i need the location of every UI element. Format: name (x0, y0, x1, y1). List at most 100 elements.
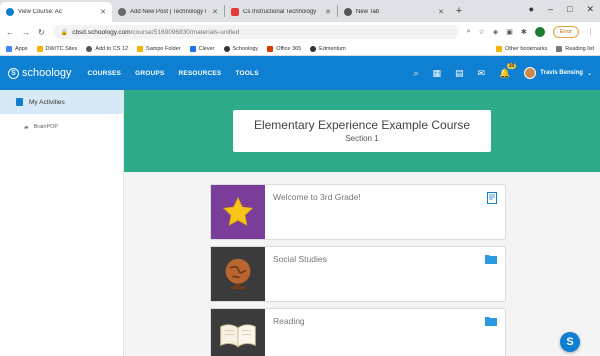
material-reading[interactable]: Reading (210, 308, 506, 356)
apps-grid-icon (6, 45, 12, 52)
nav-courses[interactable]: COURSES (88, 70, 122, 77)
schoology-logo[interactable]: S schoology (8, 67, 72, 79)
close-tab-icon[interactable]: ✕ (325, 8, 331, 16)
calendar-icon[interactable]: ▤ (455, 68, 464, 79)
profile-avatar-icon[interactable] (534, 27, 545, 37)
schoology-header: S schoology COURSES GROUPS RESOURCES TOO… (0, 56, 600, 90)
reading-list[interactable]: Reading list (556, 45, 594, 52)
bookmark-apps[interactable]: Apps (6, 45, 28, 52)
folder-icon (485, 255, 497, 264)
puzzle-icon[interactable]: ✱ (521, 28, 527, 36)
sidebar-item-label: My Activities (29, 98, 65, 106)
star-icon (222, 196, 254, 226)
new-tab-button[interactable]: + (450, 5, 468, 17)
sidebar-item-label: BrainPOP (33, 124, 59, 130)
brainpop-icon: ▰ (24, 124, 29, 131)
browser-tab-new-tab[interactable]: New Tab ✕ (338, 2, 450, 22)
browser-tab-view-course[interactable]: View Course: Ac ✕ (0, 2, 112, 22)
toolbar-icons: ⌕ ☆ ◈ ▣ ✱ Error ⋮ (467, 26, 594, 38)
bookmark-add-to-cs[interactable]: Add to CS 12 (86, 45, 128, 52)
browser-tab-bar: View Course: Ac ✕ Add New Post | Technol… (0, 0, 600, 22)
bookmark-edmentum[interactable]: Edmentum (310, 45, 346, 52)
youtube-favicon-icon (231, 8, 239, 16)
close-tab-icon[interactable]: ✕ (212, 8, 218, 16)
star-bookmark-icon[interactable]: ☆ (479, 28, 485, 36)
material-social-studies[interactable]: Social Studies (210, 246, 506, 302)
page-icon (487, 192, 497, 204)
globe-icon (86, 45, 93, 52)
schoology-icon (223, 45, 230, 52)
nav-tools[interactable]: TOOLS (235, 70, 258, 77)
material-welcome[interactable]: Welcome to 3rd Grade! (210, 184, 506, 240)
bookmarks-bar: Apps DW/TC Sites Add to CS 12 Sampo Fold… (0, 42, 600, 56)
course-sidebar: My Activities ▰ BrainPOP (0, 90, 124, 356)
zoom-icon[interactable]: ⌕ (467, 28, 471, 36)
clever-icon (189, 45, 196, 52)
office-icon (267, 45, 274, 52)
messages-icon[interactable]: ✉ (478, 68, 486, 79)
extension-icon[interactable]: ◈ (493, 28, 498, 36)
error-button[interactable]: Error (552, 26, 579, 38)
sidebar-item-my-activities[interactable]: My Activities (0, 90, 123, 114)
close-tab-icon[interactable]: ✕ (438, 8, 444, 16)
reload-icon[interactable]: ↻ (38, 28, 45, 37)
material-thumbnail (211, 247, 265, 301)
folder-icon (137, 45, 144, 52)
url-host: cbsd.schoology.com (72, 28, 131, 36)
tab-title: Cs Instructional Technology (243, 9, 317, 15)
tab-title: New Tab (356, 9, 380, 15)
url-path: /course/5169096830/materials-unified (130, 28, 240, 36)
bookmark-clever[interactable]: Clever (189, 45, 215, 52)
forward-arrow-icon[interactable]: → (22, 28, 30, 37)
material-thumbnail (211, 185, 265, 239)
chevron-down-icon: ⌄ (586, 70, 592, 77)
close-tab-icon[interactable]: ✕ (100, 8, 106, 16)
tab-title: Add New Post | Technology I (130, 9, 207, 15)
close-window-button[interactable]: ✕ (586, 4, 594, 15)
globe-icon (225, 258, 251, 290)
tab-title: View Course: Ac (18, 9, 62, 15)
nav-resources[interactable]: RESOURCES (178, 70, 221, 77)
activities-icon (16, 98, 23, 106)
materials-area: Welcome to 3rd Grade! Social Studies Rea… (124, 172, 600, 356)
browser-tab-add-new-post[interactable]: Add New Post | Technology I ✕ (112, 2, 224, 22)
apps-grid-icon[interactable]: ▦ (432, 68, 441, 79)
reading-list-icon (556, 45, 563, 52)
bookmark-office-365[interactable]: Office 365 (267, 45, 301, 52)
user-name: Travis Bensing (540, 70, 583, 76)
browser-tab-instructional-tech[interactable]: Cs Instructional Technology ✕ (225, 2, 337, 22)
material-thumbnail (211, 309, 265, 356)
book-icon (220, 324, 256, 348)
material-name: Social Studies (273, 254, 327, 264)
material-name: Welcome to 3rd Grade! (273, 192, 361, 202)
wordpress-favicon-icon (118, 8, 126, 16)
extension-icon[interactable]: ▣ (506, 28, 513, 36)
schoology-logo-icon: S (8, 67, 19, 79)
schoology-help-button[interactable]: S (560, 332, 580, 352)
profile-icon[interactable]: ● (529, 4, 534, 15)
course-banner: Elementary Experience Example Course Sec… (124, 90, 600, 172)
bookmark-dwtc-sites[interactable]: DW/TC Sites (36, 45, 77, 52)
other-bookmarks[interactable]: Other bookmarks (496, 45, 547, 52)
notifications-icon[interactable]: 🔔 10 (499, 62, 517, 79)
lock-icon: 🔒 (60, 29, 69, 36)
bookmark-sampo-folder[interactable]: Sampo Folder (137, 45, 181, 52)
menu-dots-icon[interactable]: ⋮ (587, 28, 594, 36)
back-arrow-icon[interactable]: ← (6, 28, 14, 37)
bookmark-schoology[interactable]: Schoology (223, 45, 258, 52)
address-toolbar: ← → ↻ 🔒 cbsd.schoology.com/course/516909… (0, 22, 600, 42)
course-title: Elementary Experience Example Course (253, 118, 471, 132)
maximize-button[interactable]: □ (567, 4, 572, 15)
folder-icon (36, 45, 43, 52)
nav-groups[interactable]: GROUPS (135, 70, 164, 77)
course-title-box: Elementary Experience Example Course Sec… (233, 110, 491, 152)
window-controls: ● – □ ✕ (529, 4, 594, 15)
sidebar-item-brainpop[interactable]: ▰ BrainPOP (0, 114, 123, 140)
minimize-button[interactable]: – (548, 4, 553, 15)
folder-icon (496, 45, 503, 52)
notification-badge: 10 (506, 62, 517, 69)
url-bar[interactable]: 🔒 cbsd.schoology.com/course/5169096830/m… (52, 25, 459, 39)
search-icon[interactable]: ⌕ (413, 68, 418, 79)
user-menu[interactable]: Travis Bensing ⌄ (524, 67, 592, 79)
bookmarks-right: Other bookmarks Reading list (496, 45, 594, 52)
